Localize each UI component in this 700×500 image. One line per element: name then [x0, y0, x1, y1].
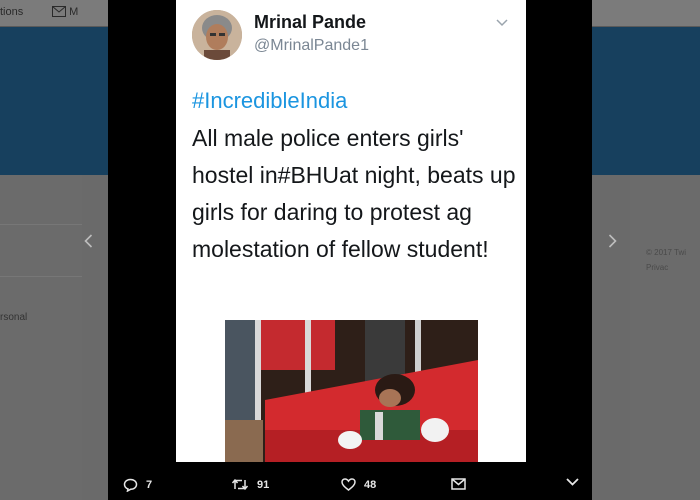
nav-messages[interactable]: M: [52, 6, 78, 18]
tweet-menu-caret[interactable]: [496, 14, 508, 30]
direct-message-button[interactable]: [451, 478, 466, 490]
heart-icon: [341, 478, 356, 491]
tweet-photo: [225, 320, 478, 462]
retweet-count: 91: [257, 478, 270, 491]
background-left-text: rsonal: [0, 312, 28, 323]
author-handle: @MrinalPande1: [254, 37, 369, 54]
nav-notifications-fragment[interactable]: tions: [0, 6, 23, 18]
retweet-icon: [231, 478, 249, 491]
background-privacy-link[interactable]: Privac: [646, 263, 668, 272]
background-copyright: © 2017 Twi: [646, 248, 686, 257]
reply-button[interactable]: 7: [123, 478, 152, 492]
next-arrow[interactable]: [608, 232, 617, 253]
more-options-button[interactable]: [566, 478, 579, 486]
author-name: Mrinal Pande: [254, 12, 367, 32]
hashtag-link[interactable]: #IncredibleIndia: [192, 88, 347, 114]
like-count: 48: [364, 478, 377, 491]
previous-arrow[interactable]: [84, 232, 93, 253]
caret-down-icon: [496, 19, 508, 27]
tweet-text: All male police enters girls' hostel in#…: [192, 125, 516, 262]
divider: [0, 224, 82, 225]
avatar[interactable]: [192, 10, 242, 60]
mail-icon: [52, 6, 66, 17]
direct-message-icon: [451, 478, 466, 490]
retweet-button[interactable]: 91: [231, 478, 269, 491]
nav-messages-label: M: [69, 6, 79, 18]
background-right-panel: [630, 175, 700, 500]
reply-count: 7: [146, 479, 153, 491]
chevron-right-icon: [608, 234, 617, 248]
divider: [0, 276, 82, 277]
chevron-down-icon: [566, 478, 579, 486]
reply-icon: [123, 478, 138, 492]
chevron-left-icon: [84, 234, 93, 248]
like-button[interactable]: 48: [341, 478, 376, 491]
